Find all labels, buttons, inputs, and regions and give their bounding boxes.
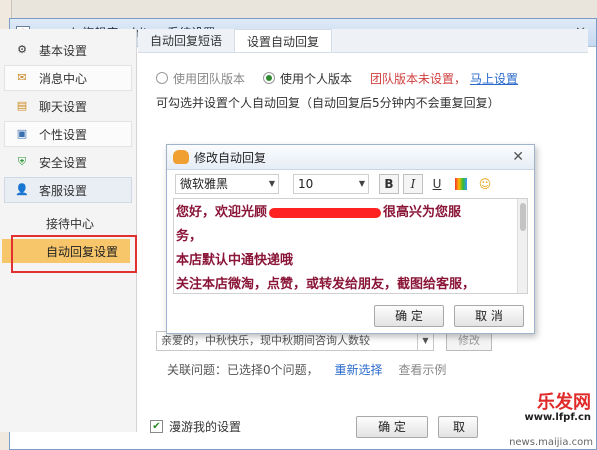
dialog-title-bar: 修改自动回复 ✕ — [167, 145, 534, 170]
scrollbar-thumb[interactable] — [520, 203, 526, 231]
roam-settings-checkbox[interactable]: ✔ — [150, 420, 163, 433]
roam-settings-label: 漫游我的设置 — [169, 420, 242, 434]
emoji-icon[interactable]: ☺ — [475, 174, 495, 194]
highlight-box — [11, 235, 137, 273]
autoreply-content: 使用团队版本 使用个人版本 团队版本未设置， 马上设置 可勾选并设置个人自动回复… — [156, 60, 576, 111]
close-icon[interactable]: ✕ — [512, 149, 524, 165]
cat-logo-icon — [173, 150, 189, 164]
settings-sidebar: ⚙ 基本设置 ✉ 消息中心 ▤ 聊天设置 ▣ 个性设置 ⛨ 安全设置 👤 客服设… — [0, 29, 137, 432]
sidebar-item-basic[interactable]: ⚙ 基本设置 — [4, 37, 132, 63]
dialog-ok-button[interactable]: 确 定 — [374, 305, 444, 327]
message-line-2: 务， — [176, 229, 203, 244]
reply-phrase-select[interactable]: 亲爱的，中秋快乐，现中秋期间咨询人数较 ▼ — [156, 331, 434, 351]
sidebar-item-label: 客服设置 — [39, 183, 88, 198]
mail-icon: ✉ — [17, 71, 27, 84]
desktop-background — [0, 0, 597, 18]
underline-button[interactable]: U — [427, 174, 447, 194]
cancel-button[interactable]: 取 — [438, 415, 478, 438]
format-toolbar: 微软雅黑 ▼ 10 ▼ B I U ☺ — [167, 170, 534, 198]
associated-questions-label: 关联问题：已选择0个问题， — [167, 363, 319, 377]
message-editor[interactable]: 您好，欢迎光顾 很高兴为您服 务， 本店默认中通快递哦 关注本店微淘，点赞，或转发… — [173, 198, 528, 294]
sidebar-item-messages[interactable]: ✉ 消息中心 — [4, 65, 132, 91]
sidebar-item-chat[interactable]: ▤ 聊天设置 — [4, 93, 132, 119]
autoreply-hint: 可勾选并设置个人自动回复（自动回复后5分钟内不会重复回复） — [156, 96, 500, 110]
sidebar-item-label: 个性设置 — [39, 127, 88, 142]
chat-bubble-icon: ▤ — [16, 99, 28, 112]
person-icon: 👤 — [15, 183, 29, 196]
editor-scrollbar[interactable] — [517, 199, 527, 293]
sidebar-subitem-label: 接待中心 — [46, 216, 95, 231]
sidebar-item-label: 消息中心 — [39, 71, 88, 86]
associated-questions: 关联问题：已选择0个问题， 重新选择 查看示例 — [167, 361, 446, 378]
watermark-brand: 乐发网 — [537, 392, 591, 413]
message-line-1-end: 很高兴为您服 — [383, 205, 462, 220]
tab-set-autoreply[interactable]: 设置自动回复 — [234, 29, 333, 52]
sidebar-item-service[interactable]: 👤 客服设置 — [4, 177, 132, 203]
dialog-buttons: 确 定 取 消 — [374, 305, 524, 327]
sidebar-item-label: 基本设置 — [39, 43, 88, 58]
message-line-4: 关注本店微淘，点赞，或转发给朋友，截图给客服， — [176, 277, 476, 292]
font-family-select[interactable]: 微软雅黑 ▼ — [175, 174, 279, 194]
site-watermark-logo: 乐发网 www.lfpf.cn news.maijia.com — [475, 386, 597, 450]
setup-now-link[interactable]: 马上设置 — [470, 70, 518, 87]
team-warning-text: 团队版本未设置， — [370, 71, 467, 86]
dialog-cancel-button[interactable]: 取 消 — [454, 305, 524, 327]
italic-button[interactable]: I — [403, 174, 423, 194]
dialog-title: 修改自动回复 — [194, 150, 267, 165]
redaction-mark — [269, 207, 382, 218]
sidebar-item-label: 聊天设置 — [39, 99, 88, 114]
font-family-value: 微软雅黑 — [180, 177, 229, 191]
message-line-3: 本店默认中通快递哦 — [176, 253, 294, 268]
watermark-subtext: news.maijia.com — [509, 437, 593, 448]
chevron-down-icon: ▼ — [268, 179, 275, 188]
font-size-value: 10 — [298, 177, 314, 191]
sidebar-subitem-reception[interactable]: 接待中心 — [0, 211, 136, 235]
shield-icon: ⛨ — [17, 155, 27, 168]
ok-button[interactable]: 确 定 — [356, 415, 428, 438]
window-icon: ▣ — [16, 127, 28, 140]
settings-tabs: 自动回复短语 设置自动回复 — [138, 29, 588, 53]
reselect-link[interactable]: 重新选择 — [334, 363, 382, 377]
gear-icon: ⚙ — [17, 43, 27, 56]
sidebar-item-label: 安全设置 — [39, 155, 88, 170]
sidebar-item-security[interactable]: ⛨ 安全设置 — [4, 149, 132, 175]
message-line-1-start: 您好，欢迎光顾 — [176, 205, 268, 220]
chevron-down-icon: ▼ — [417, 332, 433, 350]
team-version-radio[interactable] — [156, 72, 168, 84]
color-palette-icon[interactable] — [451, 174, 471, 194]
version-radio-row: 使用团队版本 使用个人版本 团队版本未设置， 马上设置 — [156, 68, 576, 88]
sidebar-item-personal[interactable]: ▣ 个性设置 — [4, 121, 132, 147]
view-example-link[interactable]: 查看示例 — [398, 363, 446, 377]
personal-version-radio[interactable] — [263, 72, 276, 84]
bold-button[interactable]: B — [379, 174, 399, 194]
personal-version-label: 使用个人版本 — [280, 71, 353, 86]
team-version-label: 使用团队版本 — [173, 71, 246, 86]
tab-reply-phrases[interactable]: 自动回复短语 — [138, 29, 234, 52]
watermark-url: www.lfpf.cn — [524, 412, 591, 423]
chevron-down-icon: ▼ — [358, 179, 365, 188]
edit-autoreply-dialog: 修改自动回复 ✕ 微软雅黑 ▼ 10 ▼ B I U ☺ 您好，欢迎光顾 很高兴为… — [166, 144, 535, 334]
message-line-1: 您好，欢迎光顾 很高兴为您服 — [176, 201, 513, 225]
reply-phrase-value: 亲爱的，中秋快乐，现中秋期间咨询人数较 — [161, 334, 370, 347]
modify-button[interactable]: 修改 — [446, 331, 492, 351]
font-size-select[interactable]: 10 ▼ — [293, 174, 369, 194]
